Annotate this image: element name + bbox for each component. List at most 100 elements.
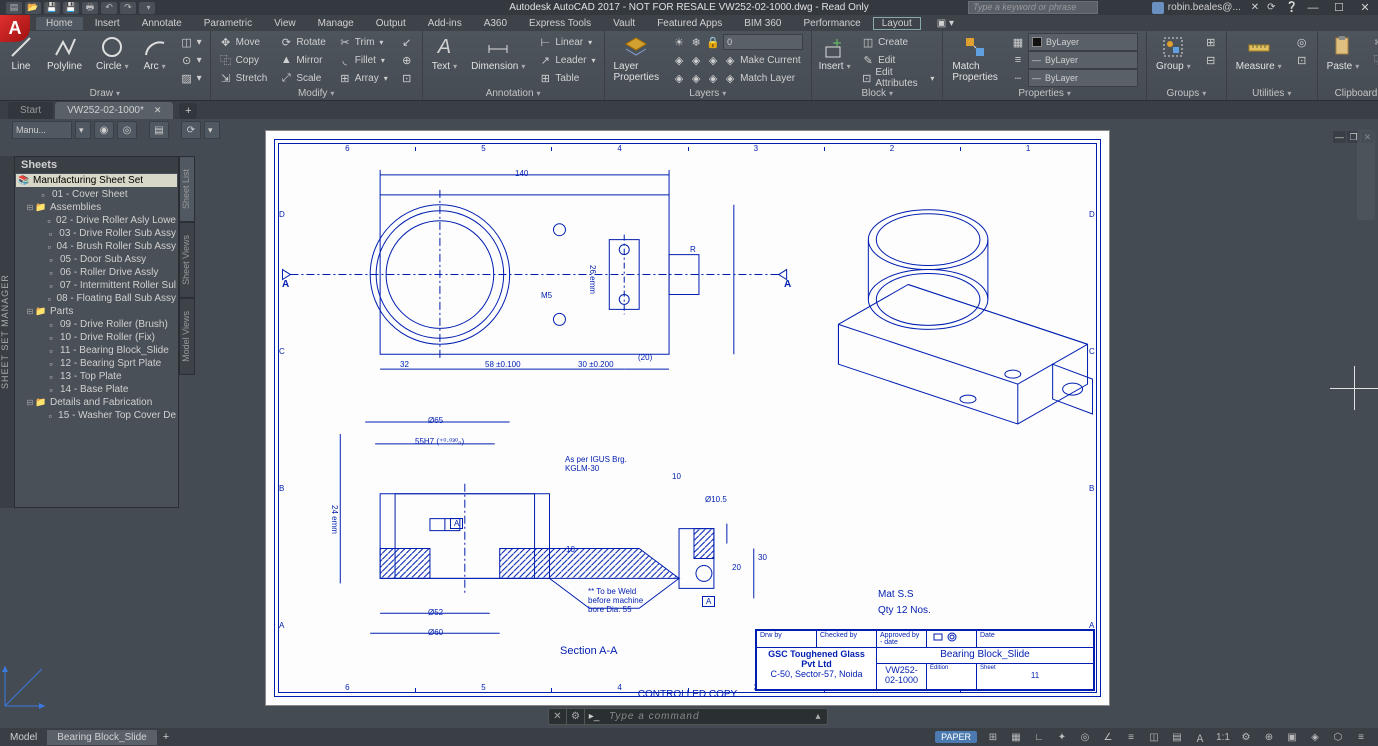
status-ortho-icon[interactable]: ∟ [1028, 729, 1050, 745]
minimize-button[interactable]: — [1300, 0, 1326, 15]
paste-button[interactable]: Paste [1324, 33, 1363, 74]
status-more-icon[interactable]: ⊕ [1258, 729, 1280, 745]
qat-more-dropdown[interactable] [139, 2, 155, 14]
status-ws-icon[interactable]: ⚙ [1235, 729, 1257, 745]
ssm-btn-2[interactable]: ◎ [117, 121, 137, 139]
layers-panel-title[interactable]: Layers [611, 87, 806, 100]
tab-manage[interactable]: Manage [308, 17, 364, 30]
status-annoscale-icon[interactable]: Ａ [1189, 729, 1211, 745]
sheet-set-selector[interactable]: Manu... [12, 121, 72, 139]
sheet-item[interactable]: ▫06 - Roller Drive Assly [15, 266, 178, 279]
layer-state-row[interactable]: ☀❄🔒 0 [670, 33, 805, 51]
qat-new-icon[interactable]: ▤ [6, 2, 22, 14]
lineweight-combo[interactable]: —ByLayer [1028, 51, 1138, 69]
ssm-btn-1[interactable]: ◉ [94, 121, 114, 139]
tab-extras-icon[interactable]: ▣ ▾ [927, 17, 964, 30]
cmd-recent-icon[interactable]: ▴ [809, 709, 827, 724]
sheet-item[interactable]: ▫03 - Drive Roller Sub Assy [15, 227, 178, 240]
linetype-combo[interactable]: —ByLayer [1028, 69, 1138, 87]
circle-button[interactable]: Circle [93, 33, 132, 74]
sheet-item[interactable]: ▫04 - Brush Roller Sub Assy [15, 240, 178, 253]
sheet-list-tab[interactable]: Sheet List [179, 156, 195, 222]
modify-extra-1[interactable]: ↙ [398, 33, 416, 51]
status-trans-icon[interactable]: ◫ [1143, 729, 1165, 745]
qat-open-icon[interactable]: 📂 [25, 2, 41, 14]
close-button[interactable]: ✕ [1352, 0, 1378, 15]
tab-bim360[interactable]: BIM 360 [734, 17, 791, 30]
group-extra-2[interactable]: ⊟ [1202, 51, 1220, 69]
layer-combo[interactable]: 0 [723, 34, 803, 50]
start-tab[interactable]: Start [8, 102, 53, 119]
util-extra-2[interactable]: ⊡ [1293, 51, 1311, 69]
space-toggle[interactable]: PAPER [935, 731, 977, 743]
parts-subset[interactable]: ⊟📁Parts [15, 305, 178, 318]
details-subset[interactable]: ⊟📁Details and Fabrication [15, 396, 178, 409]
tab-featured[interactable]: Featured Apps [647, 17, 732, 30]
edit-attributes-button[interactable]: ⊡Edit Attributes▾ [859, 69, 936, 87]
trim-button[interactable]: ✂Trim▾ [336, 33, 390, 51]
user-menu[interactable]: robin.beales@... ✕ ⟳ ❔ [1152, 2, 1298, 14]
sheet-item[interactable]: ▫02 - Drive Roller Asly Lowe [15, 214, 178, 227]
vp-minimize-icon[interactable]: — [1333, 131, 1346, 143]
file-tab-current[interactable]: VW252-02-1000*✕ [55, 102, 173, 119]
sheet-item[interactable]: ▫14 - Base Plate [15, 383, 178, 396]
tab-view[interactable]: View [264, 17, 306, 30]
sheet-item[interactable]: ▫08 - Floating Ball Sub Assy [15, 292, 178, 305]
lineweight-prop-row[interactable]: ≡—ByLayer [1009, 51, 1140, 69]
ssm-btn-3[interactable]: ▤ [149, 121, 169, 139]
sheet-item[interactable]: ▫11 - Bearing Block_Slide [15, 344, 178, 357]
tab-annotate[interactable]: Annotate [132, 17, 192, 30]
color-prop-row[interactable]: ▦ByLayer [1009, 33, 1140, 51]
tab-layout[interactable]: Layout [873, 17, 921, 30]
status-snap-icon[interactable]: ▦ [1005, 729, 1027, 745]
cut-button[interactable]: ✂ [1370, 33, 1378, 51]
tab-addins[interactable]: Add-ins [418, 17, 472, 30]
tab-express[interactable]: Express Tools [519, 17, 601, 30]
stretch-button[interactable]: ⇲Stretch [217, 69, 270, 87]
leader-button[interactable]: ↗Leader▾ [536, 51, 597, 69]
ssm-btn-4[interactable]: ⟳ [181, 121, 201, 139]
groups-panel-title[interactable]: Groups [1153, 87, 1220, 100]
sheet-item[interactable]: ▫07 - Intermittent Roller Sul [15, 279, 178, 292]
qat-saveas-icon[interactable]: 💾 [63, 2, 79, 14]
group-extra-1[interactable]: ⊞ [1202, 33, 1220, 51]
drawing-canvas[interactable]: 140 32 58 ±0.100 30 ±0.200 (20) M5 26 em… [265, 130, 1110, 706]
utilities-panel-title[interactable]: Utilities [1233, 87, 1311, 100]
model-views-tab[interactable]: Model Views [179, 298, 195, 375]
application-menu-button[interactable]: A [0, 15, 30, 42]
polyline-button[interactable]: Polyline [44, 33, 85, 74]
util-extra-1[interactable]: ◎ [1293, 33, 1311, 51]
modify-extra-2[interactable]: ⊕ [398, 51, 416, 69]
tab-output[interactable]: Output [366, 17, 416, 30]
help-search-input[interactable]: Type a keyword or phrase [968, 1, 1098, 14]
model-tab[interactable]: Model [0, 730, 47, 745]
maximize-button[interactable]: ☐ [1326, 0, 1352, 15]
sheet-item[interactable]: ▫13 - Top Plate [15, 370, 178, 383]
status-lwt-icon[interactable]: ≡ [1120, 729, 1142, 745]
tree-root[interactable]: 📚Manufacturing Sheet Set [16, 174, 177, 187]
arc-button[interactable]: Arc [140, 33, 170, 74]
sheet-views-tab[interactable]: Sheet Views [179, 222, 195, 298]
command-line[interactable]: ✕ ⚙ ▸_ Type a command ▴ [548, 708, 828, 725]
properties-panel-title[interactable]: Properties [949, 87, 1140, 100]
rotate-button[interactable]: ⟳Rotate [277, 33, 327, 51]
qat-save-icon[interactable]: 💾 [44, 2, 60, 14]
make-current-button[interactable]: ◈◈◈◈Make Current [670, 51, 805, 69]
command-input[interactable]: Type a command [603, 711, 809, 722]
match-properties-button[interactable]: Match Properties [949, 33, 1001, 85]
text-button[interactable]: AText [429, 33, 460, 74]
mirror-button[interactable]: ▲Mirror [277, 51, 327, 69]
array-button[interactable]: ⊞Array▾ [336, 69, 390, 87]
scale-button[interactable]: ⤢Scale [277, 69, 327, 87]
sheet-item[interactable]: ▫09 - Drive Roller (Brush) [15, 318, 178, 331]
create-block-button[interactable]: ◫Create [859, 33, 936, 51]
color-combo[interactable]: ByLayer [1028, 33, 1138, 51]
tab-home[interactable]: Home [36, 17, 83, 30]
status-polar-icon[interactable]: ✦ [1051, 729, 1073, 745]
collapse-icon[interactable]: ⊟ [25, 203, 35, 212]
status-scale-icon[interactable]: 1:1 [1212, 729, 1234, 745]
qat-redo-icon[interactable]: ↷ [120, 2, 136, 14]
tab-insert[interactable]: Insert [85, 17, 130, 30]
status-osnap-icon[interactable]: ◎ [1074, 729, 1096, 745]
collapse-icon[interactable]: ⊟ [25, 398, 35, 407]
